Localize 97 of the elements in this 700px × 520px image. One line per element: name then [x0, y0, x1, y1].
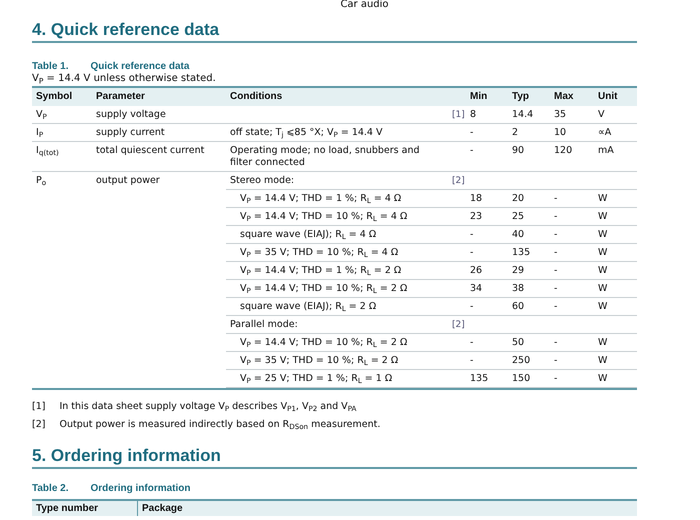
table-cell: W: [598, 283, 608, 294]
table-cell: -: [470, 337, 474, 348]
table-cell: V: [598, 109, 604, 120]
table-cell: W: [598, 229, 608, 240]
table-cell: I$_{q(tot)}$: [36, 145, 59, 156]
table-cell: -: [554, 301, 558, 312]
table-cell: off state; T$_{j}$ ⩽85 °X; V$_{P}$ = 14.4 V: [230, 127, 382, 138]
table-cell: 10: [554, 127, 566, 138]
table-cell: output power: [96, 175, 160, 186]
table-cell: 250: [512, 355, 530, 366]
table-label: Table 1.: [32, 61, 68, 72]
table-cell: -: [470, 127, 474, 138]
table-cell: -: [554, 247, 558, 258]
table-cell: -: [470, 301, 474, 312]
table-cell: V$_{P}$ = 14.4 V; THD = 10 %; R$_{L}$ = 2 Ω: [240, 283, 408, 294]
table-cell: 60: [512, 301, 524, 312]
table-cell: V$_{P}$ = 25 V; THD = 1 %; R$_{L}$ = 1 Ω: [240, 373, 392, 384]
table-cell: ∝A: [598, 127, 612, 138]
footnote-mark: [1]: [32, 400, 46, 414]
table-cell: W: [598, 373, 608, 384]
footnote-link[interactable]: [2]: [452, 320, 465, 330]
table-cell: P$_{o}$: [36, 175, 46, 186]
footnote-link[interactable]: [2]: [452, 176, 465, 186]
section-heading: 5. Ordering information: [32, 446, 637, 469]
table-cell: mA: [598, 145, 614, 156]
column-header: Package: [142, 503, 183, 514]
table-cell: square wave (EIAJ); R$_{L}$ = 4 Ω: [240, 229, 376, 240]
table-cell: -: [470, 229, 474, 240]
table-cell: V$_{P}$: [36, 109, 47, 120]
column-header: Conditions: [230, 91, 282, 102]
table-cell: V$_{P}$ = 14.4 V; THD = 10 %; R$_{L}$ = 4 Ω: [240, 211, 408, 222]
table-cell: -: [554, 193, 558, 204]
table-cell: W: [598, 355, 608, 366]
table-cell: W: [598, 265, 608, 276]
table-cell: 40: [512, 229, 524, 240]
table-cell: 120: [554, 145, 572, 156]
column-header: Min: [470, 91, 488, 102]
column-header: Parameter: [96, 91, 145, 102]
table-note: V$_{P}$ = 14.4 V unless otherwise stated.: [32, 73, 216, 84]
column-header: Symbol: [36, 91, 72, 102]
table-cell: 20: [512, 193, 524, 204]
table-cell: -: [554, 355, 558, 366]
table-cell: -: [554, 229, 558, 240]
table-cell: 35: [554, 109, 566, 120]
table-cell: -: [554, 211, 558, 222]
table-cell: -: [554, 337, 558, 348]
table-cell: 34: [470, 283, 482, 294]
column-header: Typ: [512, 91, 530, 102]
table-cell: -: [470, 145, 474, 156]
footnote-text: Output power is measured indirectly based on R$_{DSon}$ measurement.: [59, 418, 380, 434]
table-label: Table 2.: [32, 483, 68, 494]
table-cell: 25: [512, 211, 524, 222]
table-cell: V$_{P}$ = 14.4 V; THD = 1 %; R$_{L}$ = 4 Ω: [240, 193, 402, 204]
table-cell: V$_{P}$ = 35 V; THD = 10 %; R$_{L}$ = 4 Ω: [240, 247, 398, 258]
table-cell: V$_{P}$ = 14.4 V; THD = 10 %; R$_{L}$ = 2 Ω: [240, 337, 408, 348]
table-cell: V$_{P}$ = 35 V; THD = 10 %; R$_{L}$ = 2 Ω: [240, 355, 398, 366]
footnote-mark: [2]: [32, 418, 46, 432]
table-cell: total quiescent current: [96, 145, 204, 156]
table-cell: 18: [470, 193, 482, 204]
footnote-link[interactable]: [1]: [452, 110, 465, 120]
table-cell: -: [470, 247, 474, 258]
table-cell: 150: [512, 373, 530, 384]
table-cell: Stereo mode:: [230, 175, 294, 186]
table-cell: 8: [470, 109, 476, 120]
table-title: Quick reference data: [90, 61, 190, 72]
table-cell: 14.4: [512, 109, 534, 120]
table-cell: 26: [470, 265, 482, 276]
table-cell: supply current: [96, 127, 165, 138]
table-cell: -: [554, 265, 558, 276]
table-cell: W: [598, 337, 608, 348]
table-cell: Parallel mode:: [230, 319, 298, 330]
table-cell: 38: [512, 283, 524, 294]
table-cell: 90: [512, 145, 524, 156]
table-cell: W: [598, 193, 608, 204]
footnote-text: In this data sheet supply voltage V$_{P}$ describes V$_{P1}$, V$_{P2}$ and V$_{PA}$: [59, 400, 356, 416]
table-cell: -: [470, 355, 474, 366]
table-cell: 29: [512, 265, 524, 276]
table-cell: W: [598, 301, 608, 312]
section-heading: 4. Quick reference data: [32, 20, 637, 43]
table-title: Ordering information: [90, 483, 190, 494]
table-cell: W: [598, 211, 608, 222]
table-cell: 135: [470, 373, 488, 384]
table-cell: 135: [512, 247, 530, 258]
table-cell: 50: [512, 337, 524, 348]
table-cell: W: [598, 247, 608, 258]
table-cell: I$_{P}$: [36, 127, 44, 138]
table-cell: V$_{P}$ = 14.4 V; THD = 1 %; R$_{L}$ = 2 Ω: [240, 265, 402, 276]
table-cell: -: [554, 373, 558, 384]
table-cell: square wave (EIAJ); R$_{L}$ = 2 Ω: [240, 301, 376, 312]
column-header: Max: [554, 91, 574, 102]
column-header: Type number: [36, 503, 98, 514]
table-cell: -: [554, 283, 558, 294]
table-cell: Operating mode; no load, snubbers and filter connected: [230, 145, 420, 168]
table-cell: supply voltage: [96, 109, 166, 120]
table-cell: 23: [470, 211, 482, 222]
table-cell: 2: [512, 127, 518, 138]
column-header: Unit: [598, 91, 618, 102]
